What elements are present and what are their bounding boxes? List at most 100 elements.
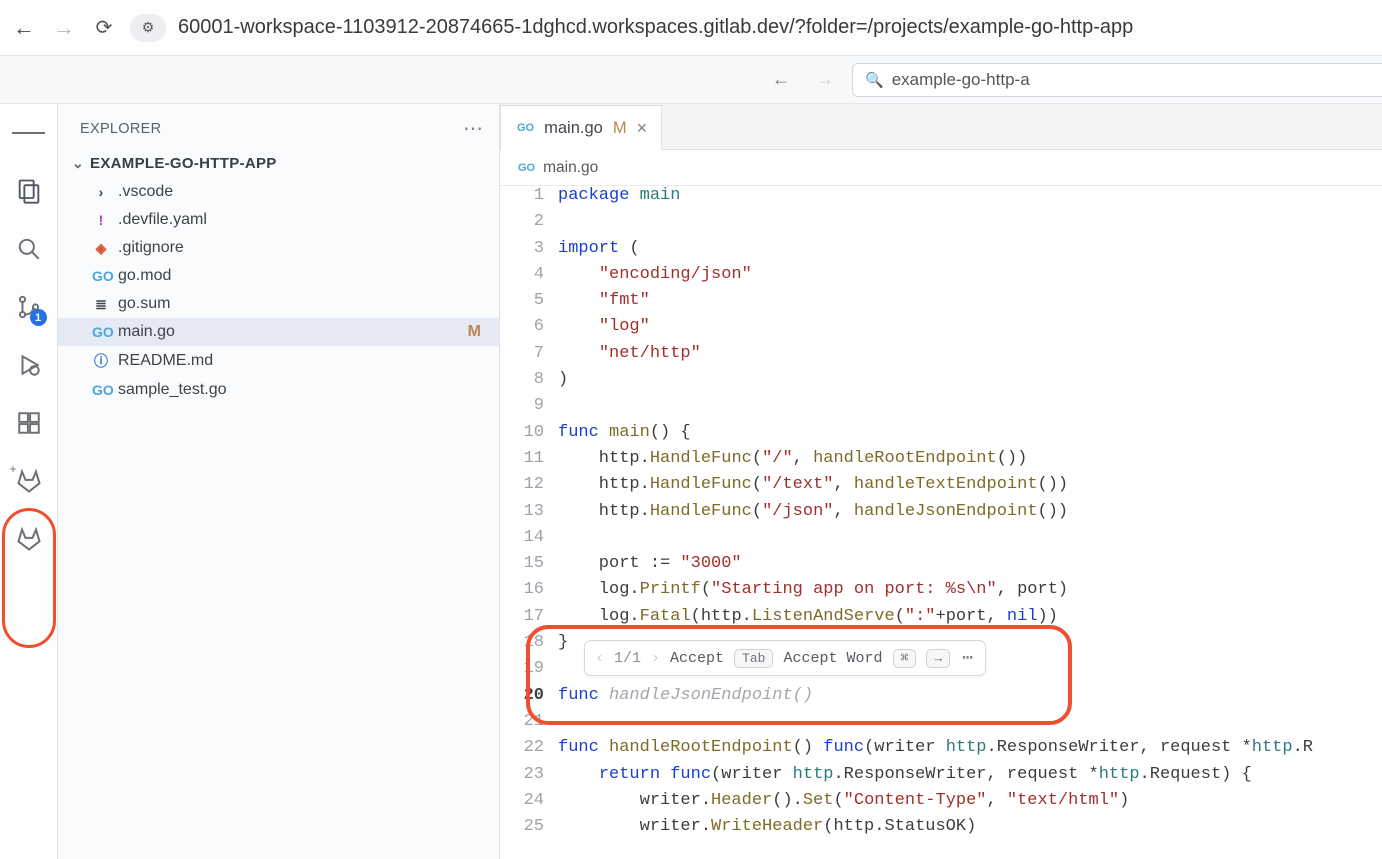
file-icon: ! — [92, 212, 110, 228]
more-icon[interactable]: ⋯ — [962, 647, 975, 669]
code-content[interactable]: writer.WriteHeader(http.StatusOK) — [558, 817, 976, 836]
file-icon: › — [92, 184, 110, 200]
modified-indicator: M — [613, 119, 627, 138]
line-number: 12 — [500, 475, 558, 494]
go-file-icon: GO — [517, 122, 534, 134]
line-number: 4 — [500, 265, 558, 284]
line-number: 2 — [500, 212, 558, 231]
file-tree: ›.vscode! .devfile.yaml ◈.gitignore GO go.mo… — [58, 178, 499, 404]
line-number: 19 — [500, 659, 558, 678]
file-row[interactable]: ›.vscode — [58, 178, 499, 206]
url-text[interactable]: 60001-workspace-1103912-20874665-1dghcd.… — [178, 16, 1372, 39]
run-debug-icon[interactable] — [12, 348, 46, 382]
tab-label: main.go — [544, 119, 603, 138]
close-icon[interactable]: × — [637, 118, 648, 139]
breadcrumb[interactable]: GO main.go — [500, 150, 1382, 186]
file-row[interactable]: ! .devfile.yaml — [58, 206, 499, 234]
file-label: .gitignore — [118, 239, 184, 257]
browser-toolbar: ← → ⟳ ⚙ 60001-workspace-1103912-20874665… — [0, 0, 1382, 56]
code-content[interactable]: "net/http" — [558, 344, 701, 363]
next-suggestion-icon[interactable]: › — [651, 650, 660, 667]
explorer-icon[interactable] — [12, 174, 46, 208]
suggestion-count: 1/1 — [614, 650, 641, 667]
command-center-search[interactable]: 🔍 example-go-http-a — [852, 63, 1382, 97]
back-icon[interactable]: ← — [10, 15, 38, 41]
folder-root[interactable]: ⌄ EXAMPLE-GO-HTTP-APP — [58, 149, 499, 178]
code-content[interactable]: "log" — [558, 317, 650, 336]
code-content[interactable]: port := "3000" — [558, 554, 742, 573]
accept-word-button[interactable]: Accept Word — [783, 650, 882, 667]
prev-suggestion-icon[interactable]: ‹ — [595, 650, 604, 667]
search-icon: 🔍 — [865, 71, 884, 89]
code-content[interactable]: func handleJsonEndpoint() — [558, 686, 813, 705]
editor-group: GO main.go M × GO main.go ‹ 1/1 › Accept… — [500, 104, 1382, 859]
file-row[interactable]: GOmain.goM — [58, 318, 499, 346]
code-content[interactable]: package main — [558, 186, 680, 205]
breadcrumb-file: main.go — [543, 159, 598, 177]
file-label: go.mod — [118, 267, 171, 285]
code-content[interactable]: func main() { — [558, 423, 691, 442]
line-number: 15 — [500, 554, 558, 573]
code-content[interactable]: writer.Header().Set("Content-Type", "tex… — [558, 791, 1129, 810]
sidebar-more-icon[interactable]: ⋯ — [463, 116, 485, 141]
source-control-icon[interactable]: 1 — [12, 290, 46, 324]
line-number: 5 — [500, 291, 558, 310]
file-row[interactable]: GO go.mod — [58, 262, 499, 290]
code-content[interactable]: http.HandleFunc("/json", handleJsonEndpo… — [558, 502, 1068, 521]
code-content[interactable]: "encoding/json" — [558, 265, 752, 284]
explorer-sidebar: EXPLORER ⋯ ⌄ EXAMPLE-GO-HTTP-APP ›.vscod… — [58, 104, 500, 859]
line-number: 21 — [500, 712, 558, 731]
editor-tabs: GO main.go M × — [500, 104, 1382, 150]
go-file-icon: GO — [518, 162, 535, 174]
code-editor[interactable]: ‹ 1/1 › Accept Tab Accept Word ⌘ → ⋯ 1pa… — [500, 186, 1382, 859]
forward-icon: → — [50, 15, 78, 41]
code-content[interactable]: return func(writer http.ResponseWriter, … — [558, 765, 1252, 784]
code-content[interactable]: } — [558, 633, 568, 652]
code-content[interactable]: http.HandleFunc("/", handleRootEndpoint(… — [558, 449, 1027, 468]
line-number: 10 — [500, 423, 558, 442]
tab-main-go[interactable]: GO main.go M × — [500, 105, 662, 150]
extensions-icon[interactable] — [12, 406, 46, 440]
code-content[interactable]: log.Fatal(http.ListenAndServe(":"+port, … — [558, 607, 1058, 626]
file-row[interactable]: GOsample_test.go — [58, 376, 499, 404]
line-number: 18 — [500, 633, 558, 652]
history-back-icon[interactable]: ← — [764, 65, 798, 94]
accept-button[interactable]: Accept — [670, 650, 724, 667]
line-number: 17 — [500, 607, 558, 626]
code-content[interactable]: func handleRootEndpoint() func(writer ht… — [558, 738, 1313, 757]
reload-icon[interactable]: ⟳ — [90, 15, 118, 40]
search-text: example-go-http-a — [892, 70, 1030, 90]
menu-icon[interactable] — [12, 116, 46, 150]
file-label: main.go — [118, 323, 175, 341]
accept-word-key1: ⌘ — [893, 649, 917, 668]
file-icon: GO — [92, 268, 110, 284]
site-info-icon[interactable]: ⚙ — [130, 14, 166, 42]
line-number: 22 — [500, 738, 558, 757]
chevron-down-icon: ⌄ — [72, 155, 84, 172]
line-number: 9 — [500, 396, 558, 415]
file-row[interactable]: ◈.gitignore — [58, 234, 499, 262]
code-content[interactable]: log.Printf("Starting app on port: %s\n",… — [558, 580, 1068, 599]
app-titlebar: ← → 🔍 example-go-http-a — [0, 56, 1382, 104]
file-label: .devfile.yaml — [118, 211, 207, 229]
line-number: 14 — [500, 528, 558, 547]
line-number: 3 — [500, 239, 558, 258]
inline-suggestion-toolbar[interactable]: ‹ 1/1 › Accept Tab Accept Word ⌘ → ⋯ — [584, 640, 986, 676]
code-content[interactable]: http.HandleFunc("/text", handleTextEndpo… — [558, 475, 1068, 494]
line-number: 7 — [500, 344, 558, 363]
file-row[interactable]: ≣go.sum — [58, 290, 499, 318]
file-row[interactable]: ⓘREADME.md — [58, 346, 499, 376]
search-sidebar-icon[interactable] — [12, 232, 46, 266]
file-icon: GO — [92, 324, 110, 340]
file-label: sample_test.go — [118, 381, 227, 399]
code-content[interactable]: import ( — [558, 239, 640, 258]
gitlab-duo-icon[interactable]: + — [12, 464, 46, 498]
root-folder-name: EXAMPLE-GO-HTTP-APP — [90, 155, 277, 172]
file-icon: ⓘ — [92, 351, 110, 371]
history-forward-icon: → — [808, 65, 842, 94]
code-content[interactable]: "fmt" — [558, 291, 650, 310]
line-number: 23 — [500, 765, 558, 784]
code-content[interactable]: ) — [558, 370, 568, 389]
annotation-highlight — [2, 508, 56, 648]
line-number: 20 — [500, 686, 558, 705]
